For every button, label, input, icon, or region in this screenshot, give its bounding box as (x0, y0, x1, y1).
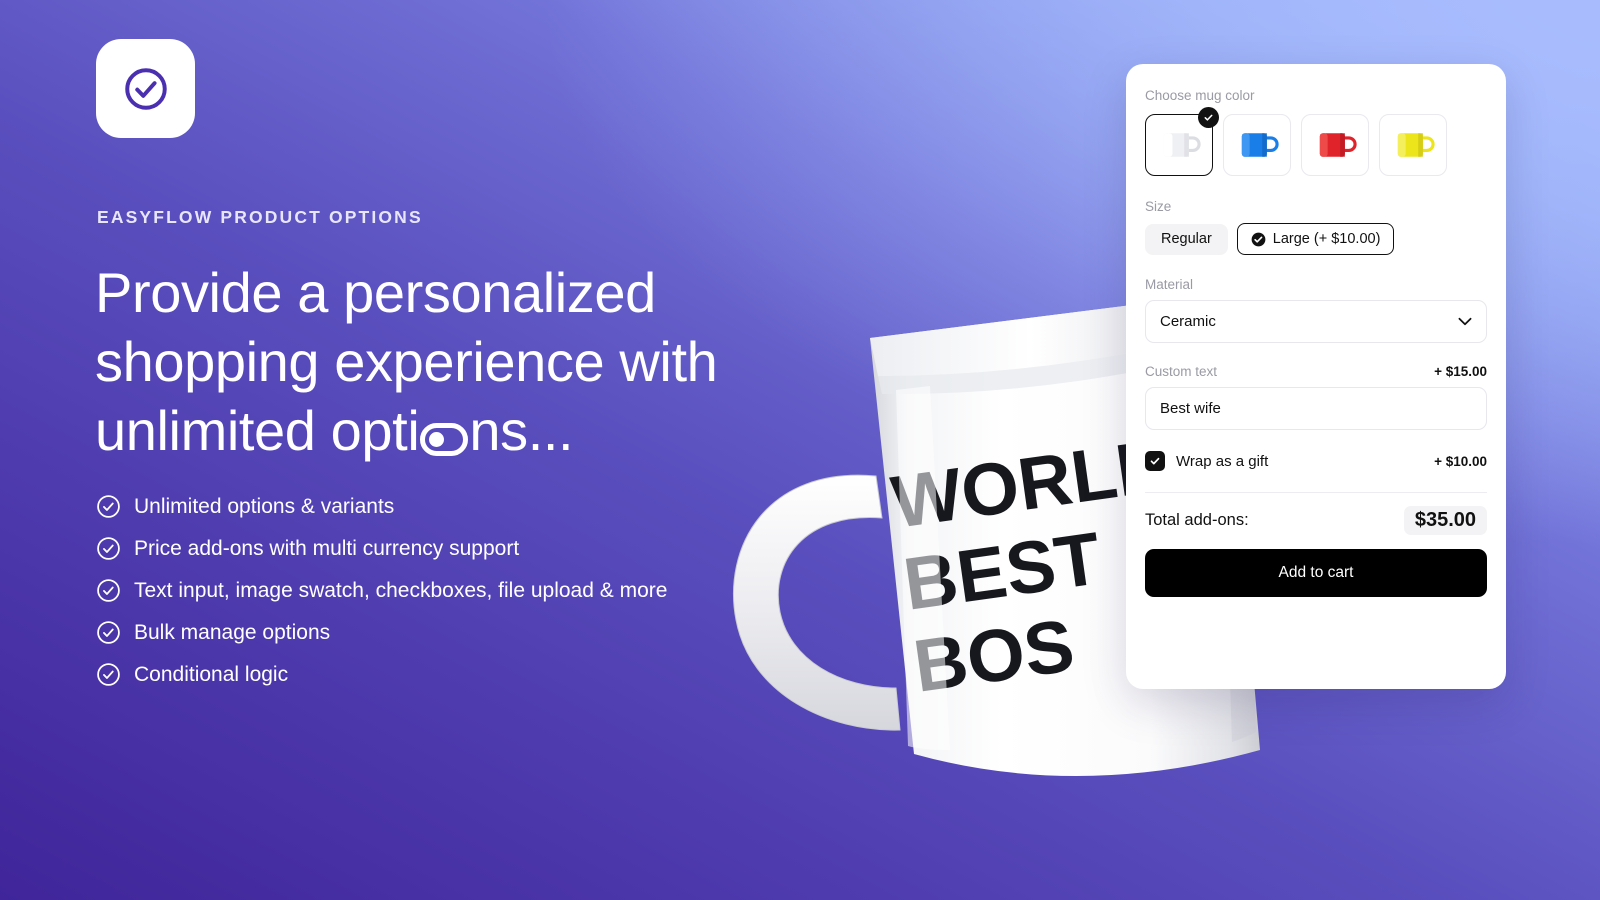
list-item: Text input, image swatch, checkboxes, fi… (96, 578, 667, 603)
swatch-yellow[interactable] (1379, 114, 1447, 176)
check-circle-icon (96, 620, 121, 645)
check-circle-icon (96, 536, 121, 561)
total-addons-row: Total add-ons: $35.00 (1145, 506, 1487, 535)
mug-color-swatches (1145, 107, 1487, 176)
custom-text-value: Best wife (1160, 400, 1221, 417)
brand-logo (96, 39, 195, 138)
material-label: Material (1145, 277, 1194, 292)
headline-text-end: ns... (469, 399, 574, 462)
chevron-down-icon (1458, 317, 1472, 326)
check-circle-icon (96, 662, 121, 687)
size-option-large-label: Large (+ $10.00) (1272, 231, 1381, 247)
size-option-large[interactable]: Large (+ $10.00) (1236, 223, 1395, 255)
gift-option-toggle[interactable]: Wrap as a gift (1145, 451, 1268, 471)
eyebrow-text: EASYFLOW PRODUCT OPTIONS (97, 207, 423, 227)
mug-icon-blue (1241, 133, 1279, 157)
gift-price: + $10.00 (1434, 453, 1487, 469)
check-circle-icon (96, 578, 121, 603)
material-select[interactable]: Ceramic (1145, 300, 1487, 343)
check-icon (1150, 457, 1160, 465)
divider (1145, 492, 1487, 493)
list-item: Unlimited options & variants (96, 494, 667, 519)
custom-text-input[interactable]: Best wife (1145, 387, 1487, 430)
material-value: Ceramic (1160, 313, 1216, 330)
size-label: Size (1145, 199, 1172, 214)
list-item: Bulk manage options (96, 620, 667, 645)
swatch-blue[interactable] (1223, 114, 1291, 176)
feature-label: Unlimited options & variants (134, 494, 395, 518)
selected-badge (1198, 107, 1219, 128)
check-icon (1204, 114, 1213, 121)
size-option-regular[interactable]: Regular (1145, 223, 1228, 255)
swatch-white[interactable] (1145, 107, 1219, 176)
product-options-card: Choose mug color Size Regular Large (+ $… (1126, 64, 1506, 689)
mug-icon-yellow (1397, 133, 1435, 157)
gift-checkbox[interactable] (1145, 451, 1165, 471)
headline-text-start: Provide a personalized shopping experien… (95, 261, 718, 462)
mug-icon-red (1319, 133, 1357, 157)
feature-list: Unlimited options & variants Price add-o… (96, 494, 667, 687)
swatch-red[interactable] (1301, 114, 1369, 176)
custom-text-header: Custom text + $15.00 (1145, 364, 1487, 379)
feature-label: Text input, image swatch, checkboxes, fi… (134, 578, 668, 602)
feature-label: Conditional logic (134, 662, 289, 686)
feature-label: Price add-ons with multi currency suppor… (134, 536, 520, 560)
check-circle-icon (96, 494, 121, 519)
custom-text-label: Custom text (1145, 364, 1218, 379)
list-item: Price add-ons with multi currency suppor… (96, 536, 667, 561)
gift-label: Wrap as a gift (1176, 452, 1269, 470)
check-circle-icon (121, 64, 171, 114)
mug-icon-white (1163, 133, 1201, 157)
gift-option-row: Wrap as a gift + $10.00 (1145, 451, 1487, 471)
toggle-switch-icon (420, 423, 469, 456)
total-addons-value: $35.00 (1403, 506, 1487, 535)
check-circle-icon (1251, 232, 1266, 246)
feature-label: Bulk manage options (134, 620, 331, 644)
list-item: Conditional logic (96, 662, 667, 687)
add-to-cart-button[interactable]: Add to cart (1145, 549, 1487, 597)
total-addons-label: Total add-ons: (1145, 511, 1249, 529)
size-options: Regular Large (+ $10.00) (1145, 223, 1487, 255)
custom-text-price: + $15.00 (1434, 364, 1487, 379)
mug-color-label: Choose mug color (1145, 88, 1255, 103)
